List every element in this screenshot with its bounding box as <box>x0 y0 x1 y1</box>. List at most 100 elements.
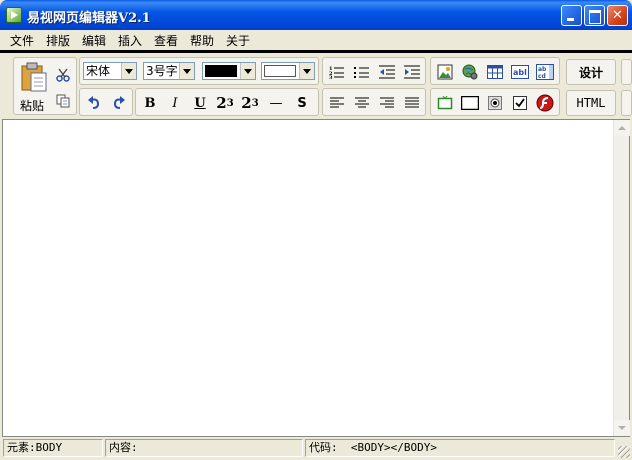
status-code-value: <BODY></BODY> <box>350 441 437 454</box>
undo-button[interactable] <box>82 91 106 115</box>
insert-link-button[interactable] <box>458 60 482 84</box>
align-left-icon <box>330 97 344 108</box>
toolbar: 粘贴 宋体 3号字 123 abl ab cd B I U 2 3 2 3 — … <box>0 53 632 119</box>
menu-file[interactable]: 文件 <box>10 32 34 49</box>
chevron-down-icon <box>179 63 194 79</box>
insert-textarea-button[interactable]: ab cd <box>533 60 557 84</box>
window-title: 易视网页编辑器V2.1 <box>27 11 151 26</box>
chevron-down-icon <box>240 63 255 79</box>
paste-label: 粘贴 <box>20 99 45 113</box>
button-control-icon <box>437 96 453 110</box>
checkbox-icon <box>513 96 527 110</box>
subscript-base: 2 <box>241 94 252 112</box>
maximize-button[interactable] <box>584 5 605 26</box>
close-button[interactable]: ✕ <box>607 5 628 26</box>
html-mode-button[interactable]: HTML <box>566 90 616 116</box>
app-icon <box>6 7 22 23</box>
image-icon <box>437 64 453 80</box>
insert-group: abl ab cd <box>430 57 560 85</box>
menu-bar: 文件 排版 编辑 插入 查看 帮助 关于 <box>0 30 632 50</box>
design-mode-button[interactable]: 设计 <box>566 59 616 85</box>
insert-radio-button[interactable] <box>483 91 507 115</box>
ordered-list-icon: 123 <box>329 66 344 79</box>
align-left-button[interactable] <box>325 91 349 115</box>
menu-help[interactable]: 帮助 <box>190 32 214 49</box>
fore-color-swatch <box>205 65 237 77</box>
text-area-icon: abcd <box>536 64 554 80</box>
align-group <box>322 88 426 116</box>
outdent-icon <box>379 65 395 79</box>
subscript-button[interactable]: 23 <box>238 91 262 115</box>
bold-button[interactable]: B <box>138 91 162 115</box>
status-code: 代码: <BODY></BODY> <box>305 439 615 457</box>
font-family-value: 宋体 <box>86 64 111 78</box>
align-center-button[interactable] <box>350 91 374 115</box>
menu-layout[interactable]: 排版 <box>46 32 70 49</box>
extra-toolbar-edge <box>621 90 632 116</box>
title-bar[interactable]: 易视网页编辑器V2.1 ✕ <box>0 0 632 30</box>
paste-button[interactable]: 粘贴 <box>16 60 50 113</box>
minimize-button[interactable] <box>561 5 582 26</box>
cut-button[interactable] <box>52 64 74 86</box>
outdent-button[interactable] <box>375 60 399 84</box>
insert-flash-button[interactable] <box>533 91 557 115</box>
clipboard-group: 粘贴 <box>13 57 77 115</box>
undo-icon <box>88 96 100 109</box>
font-group: 宋体 3号字 <box>79 57 319 85</box>
ordered-list-button[interactable]: 123 <box>325 60 349 84</box>
svg-text:ab: ab <box>538 66 547 73</box>
redo-icon <box>113 96 125 109</box>
fore-color-select[interactable] <box>202 62 256 80</box>
underline-button[interactable]: U <box>188 91 212 115</box>
align-right-button[interactable] <box>375 91 399 115</box>
scroll-up-icon[interactable] <box>614 120 630 136</box>
indent-icon <box>404 65 420 79</box>
italic-button[interactable]: I <box>163 91 187 115</box>
superscript-exp: 3 <box>226 97 234 109</box>
history-group <box>79 88 133 116</box>
resize-grip-icon[interactable] <box>618 446 630 458</box>
insert-button-control[interactable] <box>433 91 457 115</box>
font-family-select[interactable]: 宋体 <box>83 62 137 80</box>
status-element: 元素:BODY <box>3 439 103 457</box>
redo-button[interactable] <box>107 91 131 115</box>
paste-icon <box>21 62 47 92</box>
back-color-select[interactable] <box>261 62 315 80</box>
indent-button[interactable] <box>400 60 424 84</box>
align-right-icon <box>380 97 394 108</box>
insert-frame-button[interactable] <box>458 91 482 115</box>
font-size-select[interactable]: 3号字 <box>143 62 195 80</box>
justify-button[interactable] <box>400 91 424 115</box>
format-group: B I U 23 23 — S <box>135 88 319 116</box>
vertical-scrollbar[interactable] <box>613 120 630 436</box>
svg-text:abl: abl <box>513 68 527 77</box>
align-center-icon <box>355 97 369 108</box>
insert-table-button[interactable] <box>483 60 507 84</box>
insert-textfield-button[interactable]: abl <box>508 60 532 84</box>
menu-about[interactable]: 关于 <box>226 32 250 49</box>
table-icon <box>487 65 503 79</box>
menu-insert[interactable]: 插入 <box>118 32 142 49</box>
globe-link-icon <box>462 64 478 80</box>
extra-toolbar-edge <box>621 59 632 85</box>
insert-image-button[interactable] <box>433 60 457 84</box>
superscript-button[interactable]: 23 <box>213 91 237 115</box>
justify-icon <box>405 97 419 108</box>
frame-icon <box>461 96 479 110</box>
editor-area[interactable] <box>2 119 630 437</box>
text-field-icon: abl <box>511 65 529 79</box>
subscript-exp: 3 <box>251 97 259 109</box>
unordered-list-button[interactable] <box>350 60 374 84</box>
copy-button[interactable] <box>52 90 74 112</box>
copy-icon <box>56 94 70 108</box>
strike-button[interactable]: S <box>290 91 314 115</box>
scroll-down-icon[interactable] <box>614 420 630 436</box>
horizontal-rule-button[interactable]: — <box>264 91 288 115</box>
menu-edit[interactable]: 编辑 <box>82 32 106 49</box>
status-content: 内容: <box>105 439 303 457</box>
radio-icon <box>488 96 502 110</box>
insert-checkbox-button[interactable] <box>508 91 532 115</box>
menu-view[interactable]: 查看 <box>154 32 178 49</box>
bullet-list-icon <box>354 67 369 78</box>
chevron-down-icon <box>121 63 136 79</box>
